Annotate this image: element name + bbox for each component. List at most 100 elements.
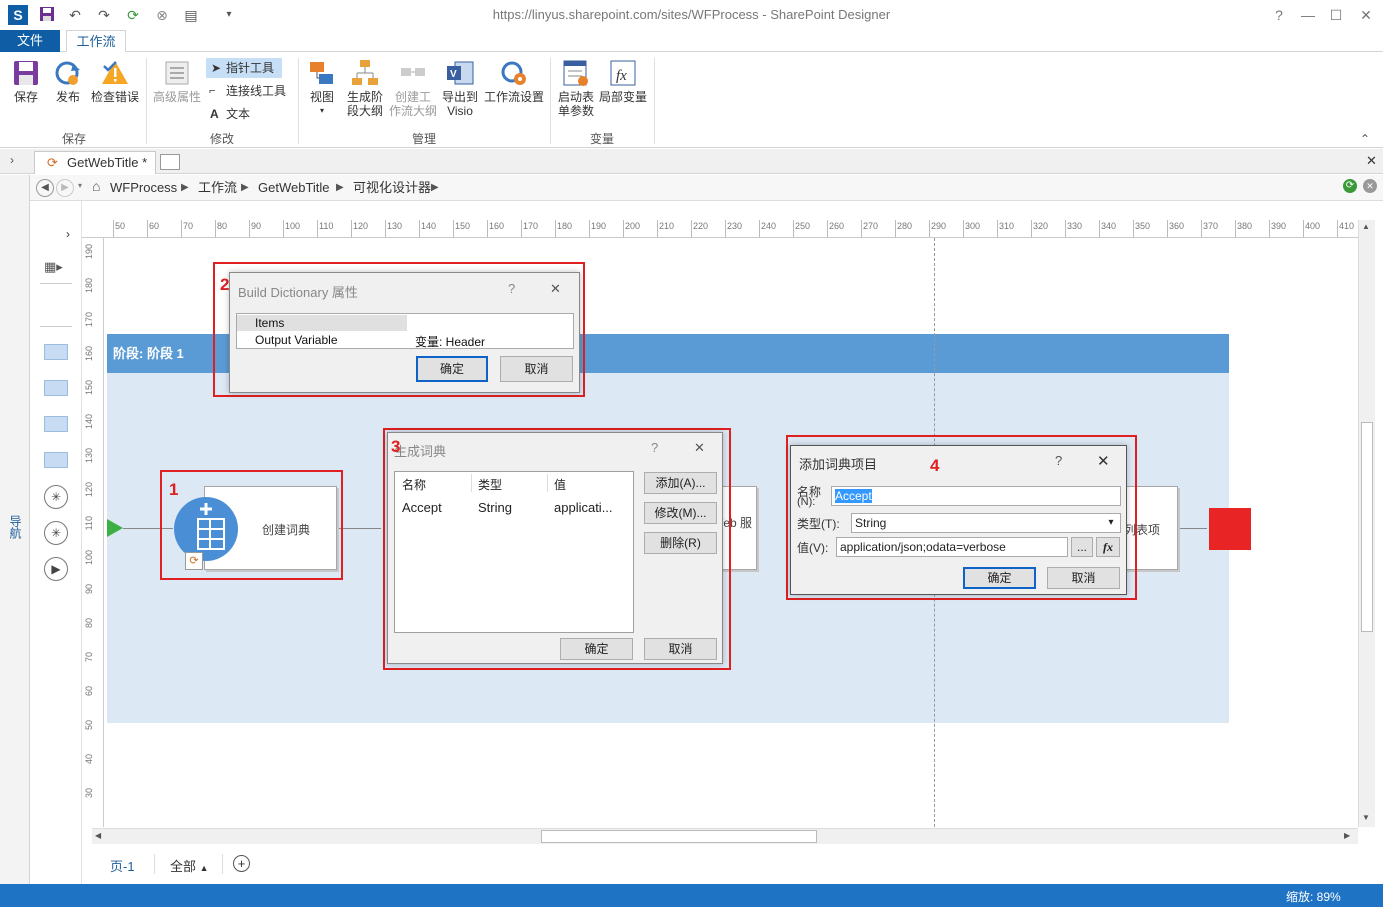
properties-row-output[interactable]: Output Variable 变量: Header bbox=[237, 332, 573, 350]
refresh-icon[interactable]: ⟳ bbox=[1343, 179, 1357, 193]
home-icon[interactable]: ⌂ bbox=[92, 178, 100, 194]
back-icon[interactable]: ◀ bbox=[36, 179, 54, 197]
stop-icon[interactable]: ✕ bbox=[1363, 179, 1377, 193]
column-header-value[interactable]: 值 bbox=[554, 476, 566, 493]
add-button[interactable]: 添加(A)... bbox=[644, 472, 717, 494]
horizontal-scroll-thumb[interactable] bbox=[541, 830, 817, 843]
connector-tool-button[interactable]: ⌐ 连接线工具 bbox=[206, 81, 292, 101]
ruler-tick-label: 50 bbox=[84, 720, 94, 731]
formula-button[interactable]: fx bbox=[1096, 537, 1120, 557]
ruler-tick bbox=[997, 220, 998, 237]
advanced-properties-button[interactable]: 高级属性 bbox=[150, 58, 204, 104]
cancel-button[interactable]: 取消 bbox=[500, 356, 573, 382]
generate-stage-outline-button[interactable]: 生成阶 段大纲 bbox=[342, 58, 388, 118]
property-value-output[interactable]: 变量: Header bbox=[415, 333, 485, 350]
ok-button[interactable]: 确定 bbox=[963, 567, 1036, 589]
help-button[interactable]: ? bbox=[1266, 4, 1292, 26]
forward-icon[interactable]: ▶ bbox=[56, 179, 74, 197]
close-tab-icon[interactable]: ✕ bbox=[1366, 153, 1377, 169]
delete-button[interactable]: 删除(R) bbox=[644, 532, 717, 554]
text-tool-button[interactable]: A 文本 bbox=[206, 104, 266, 124]
modify-button[interactable]: 修改(M)... bbox=[644, 502, 717, 524]
check-errors-button[interactable]: 检查错误 bbox=[89, 58, 141, 104]
ellipsis-button[interactable]: ... bbox=[1071, 537, 1093, 557]
help-button[interactable]: ? bbox=[1055, 453, 1062, 468]
maximize-button[interactable]: ☐ bbox=[1323, 4, 1349, 26]
all-pages-button[interactable]: 全部 ▲ bbox=[170, 856, 209, 875]
breadcrumb-item-getwebtitle[interactable]: GetWebTitle bbox=[258, 179, 330, 197]
ruler-tick-label: 270 bbox=[863, 221, 879, 231]
history-dropdown-icon[interactable]: ▾ bbox=[78, 181, 82, 190]
breadcrumb-item-workflows[interactable]: 工作流 bbox=[198, 179, 237, 197]
close-dialog-button[interactable]: ✕ bbox=[550, 281, 561, 297]
type-label: 类型(T): bbox=[797, 517, 840, 531]
value-field[interactable]: application/json;odata=verbose bbox=[836, 537, 1068, 557]
help-button[interactable]: ? bbox=[508, 281, 515, 296]
cancel-button[interactable]: 取消 bbox=[644, 638, 717, 660]
loop-shape-icon-2[interactable] bbox=[44, 452, 68, 468]
pointer-tool-button[interactable]: ➤ 指针工具 bbox=[206, 58, 282, 78]
type-select[interactable]: String ▾ bbox=[851, 513, 1121, 533]
vertical-scroll-thumb[interactable] bbox=[1361, 422, 1373, 632]
group-separator bbox=[146, 58, 147, 144]
close-dialog-button[interactable]: ✕ bbox=[1097, 452, 1110, 470]
create-workflow-outline-button[interactable]: 创建工 作流大纲 bbox=[388, 58, 438, 118]
save-button[interactable]: 保存 bbox=[6, 58, 46, 104]
publish-button[interactable]: 发布 bbox=[48, 58, 88, 104]
expand-nav-icon[interactable]: › bbox=[10, 153, 14, 167]
dictionary-items-list[interactable]: 名称 类型 值 Accept String applicati... bbox=[394, 471, 634, 633]
shapes-menu-icon[interactable]: ▦▸ bbox=[44, 259, 63, 275]
ruler-tick-label: 280 bbox=[897, 221, 913, 231]
group-separator bbox=[298, 58, 299, 144]
local-variables-button[interactable]: fx 局部变量 bbox=[598, 58, 648, 104]
scroll-left-icon[interactable]: ◀ bbox=[95, 831, 101, 840]
export-visio-button[interactable]: V 导出到 Visio bbox=[440, 58, 480, 118]
column-header-name[interactable]: 名称 bbox=[402, 476, 426, 493]
end-stage-icon[interactable] bbox=[1209, 508, 1251, 550]
scroll-up-icon[interactable]: ▲ bbox=[1362, 222, 1370, 231]
ok-button[interactable]: 确定 bbox=[416, 356, 488, 382]
ok-button[interactable]: 确定 bbox=[560, 638, 633, 660]
ruler-tick bbox=[1303, 220, 1304, 237]
close-window-button[interactable]: ✕ bbox=[1353, 4, 1379, 26]
loop-shape-icon[interactable] bbox=[44, 380, 68, 396]
page-tab-1[interactable]: 页-1 bbox=[110, 856, 135, 875]
condition-shape-icon[interactable]: ✳ bbox=[44, 485, 68, 509]
column-header-type[interactable]: 类型 bbox=[478, 476, 502, 493]
ruler-tick-label: 160 bbox=[489, 221, 505, 231]
navigation-pane-collapsed[interactable]: 导航 bbox=[0, 175, 30, 885]
expand-shapes-icon[interactable]: › bbox=[66, 227, 70, 241]
new-tab-icon[interactable] bbox=[160, 154, 180, 170]
name-field[interactable]: Accept bbox=[831, 486, 1121, 506]
action-shape-icon[interactable]: ✳ bbox=[44, 521, 68, 545]
stage-shape-icon[interactable] bbox=[44, 344, 68, 360]
properties-row-items[interactable]: Items bbox=[237, 315, 573, 331]
export-label-2: Visio bbox=[447, 104, 473, 118]
ruler-tick-label: 190 bbox=[591, 221, 607, 231]
doc-tab-getwebtitle[interactable]: ⟳ GetWebTitle * bbox=[34, 151, 156, 174]
minimize-button[interactable]: — bbox=[1295, 4, 1321, 26]
start-shape-icon[interactable]: ▶ bbox=[44, 557, 68, 581]
breadcrumb-item-visual-designer[interactable]: 可视化设计器 bbox=[353, 179, 431, 197]
close-dialog-button[interactable]: ✕ bbox=[694, 440, 705, 456]
workflow-settings-button[interactable]: 工作流设置 bbox=[482, 58, 546, 104]
initiation-form-params-button[interactable]: 启动表 单参数 bbox=[554, 58, 598, 118]
tab-workflow[interactable]: 工作流 bbox=[66, 30, 126, 53]
vertical-scrollbar[interactable]: ▲ ▼ bbox=[1358, 220, 1375, 827]
help-button[interactable]: ? bbox=[651, 440, 658, 455]
visio-icon: V bbox=[445, 58, 475, 88]
ruler-tick-label: 200 bbox=[625, 221, 641, 231]
view-button[interactable]: 视图 ▾ bbox=[302, 58, 342, 118]
zoom-level[interactable]: 缩放: 89% bbox=[1286, 888, 1341, 905]
list-item[interactable]: Accept String applicati... bbox=[395, 498, 633, 518]
scroll-down-icon[interactable]: ▼ bbox=[1362, 813, 1370, 822]
add-page-icon[interactable]: + bbox=[233, 855, 250, 872]
scroll-right-icon[interactable]: ▶ bbox=[1344, 831, 1350, 840]
cancel-button[interactable]: 取消 bbox=[1047, 567, 1120, 589]
collapse-ribbon-icon[interactable]: ⌃ bbox=[1360, 132, 1370, 146]
stage-shape-icon-2[interactable] bbox=[44, 416, 68, 432]
horizontal-scrollbar[interactable]: ◀ ▶ bbox=[92, 828, 1358, 844]
breadcrumb-item-site[interactable]: WFProcess bbox=[110, 179, 177, 197]
tab-file[interactable]: 文件 bbox=[0, 30, 60, 52]
ruler-tick-label: 180 bbox=[557, 221, 573, 231]
